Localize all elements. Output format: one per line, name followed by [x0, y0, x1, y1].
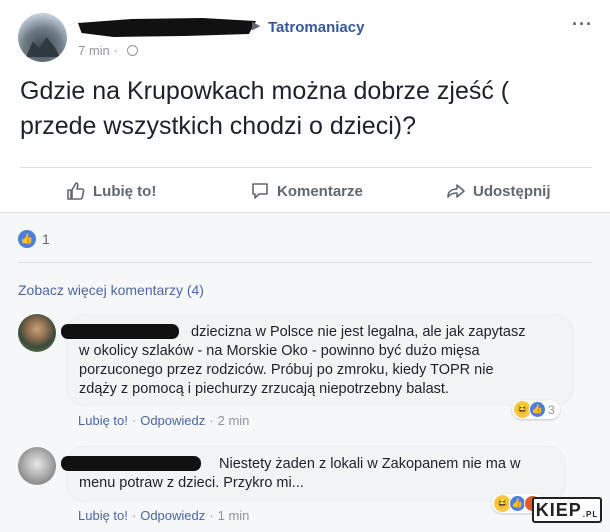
comment-bubble: dziecizna w Polsce nie jest legalna, ale… [61, 314, 574, 406]
redacted-commenter-name [61, 324, 179, 339]
group-name-link[interactable]: Tatromaniacy [268, 19, 364, 36]
reaction-count: 1 [42, 231, 50, 247]
like-reaction-icon: 👍 [529, 401, 546, 418]
post-body: Gdzie na Krupowkach można dobrze zjeść (… [20, 74, 600, 144]
post-timestamp[interactable]: 7 min · [78, 43, 118, 58]
comment-button[interactable]: Komentarze [250, 180, 363, 202]
comment-like-link[interactable]: Lubię to! [78, 508, 128, 523]
comment-time[interactable]: 2 min [218, 413, 250, 428]
thumbs-up-icon [67, 182, 85, 200]
like-button-label: Lubię to! [93, 182, 157, 200]
share-button-label: Udostępnij [473, 182, 551, 200]
comment-reply-link[interactable]: Odpowiedz [140, 508, 205, 523]
separator: · [131, 508, 137, 523]
divider [0, 212, 610, 213]
divider [20, 167, 592, 168]
like-reaction-icon: 👍 [18, 230, 36, 248]
facebook-post: ▶ Tatromaniacy 7 min · ··· Gdzie na Krup… [0, 0, 610, 532]
share-arrow-icon [447, 184, 465, 198]
separator: · [209, 508, 214, 523]
kiep-watermark: KIEP .PL [532, 497, 602, 523]
comment-bubble: Niestety żaden z lokali w Zakopanem nie … [61, 446, 566, 502]
comment-meta: Lubię to! · Odpowiedz · 1 min [78, 508, 249, 523]
more-options-icon[interactable]: ··· [572, 14, 593, 35]
commenter-avatar[interactable] [18, 314, 56, 352]
comment-text-line: zdąży z pomocą i piechurzy zrzucają niep… [79, 381, 449, 397]
comment-reply-link[interactable]: Odpowiedz [140, 413, 205, 428]
comment-reactions[interactable]: 😆 👍 3 [512, 400, 560, 419]
comment-text-line: porzuconego przez rodziców. Próbuj po zm… [79, 362, 494, 378]
comment-like-link[interactable]: Lubię to! [78, 413, 128, 428]
redacted-commenter-name [61, 456, 201, 471]
see-more-comments-link[interactable]: Zobacz więcej komentarzy (4) [18, 282, 204, 298]
comment-button-label: Komentarze [277, 182, 363, 200]
comment-text-line: w okolicy szlaków - na Morskie Oko - pow… [79, 343, 480, 359]
divider [18, 262, 592, 263]
comment-bubble-icon [252, 183, 268, 199]
comment-time[interactable]: 1 min [218, 508, 250, 523]
comment-meta: Lubię to! · Odpowiedz · 2 min [78, 413, 249, 428]
watermark-suffix: .PL [582, 509, 599, 519]
share-button[interactable]: Udostępnij [446, 180, 551, 202]
comment-reaction-count: 3 [548, 402, 555, 417]
watermark-text: KIEP [535, 499, 582, 520]
arrow-right-icon: ▶ [252, 20, 261, 32]
author-avatar[interactable] [18, 13, 67, 62]
comment-text-line: menu potraw z dzieci. Przykro mi... [79, 475, 304, 491]
post-text-line: przede wszystkich chodzi o dzieci)? [20, 112, 416, 140]
commenter-avatar[interactable] [18, 447, 56, 485]
separator: · [131, 413, 137, 428]
reaction-summary[interactable]: 👍 1 [18, 230, 50, 248]
redacted-author-name [78, 18, 256, 37]
separator: · [209, 413, 214, 428]
post-text-line: Gdzie na Krupowkach można dobrze zjeść ( [20, 77, 510, 105]
globe-icon [127, 45, 138, 56]
like-button[interactable]: Lubię to! [66, 180, 156, 202]
